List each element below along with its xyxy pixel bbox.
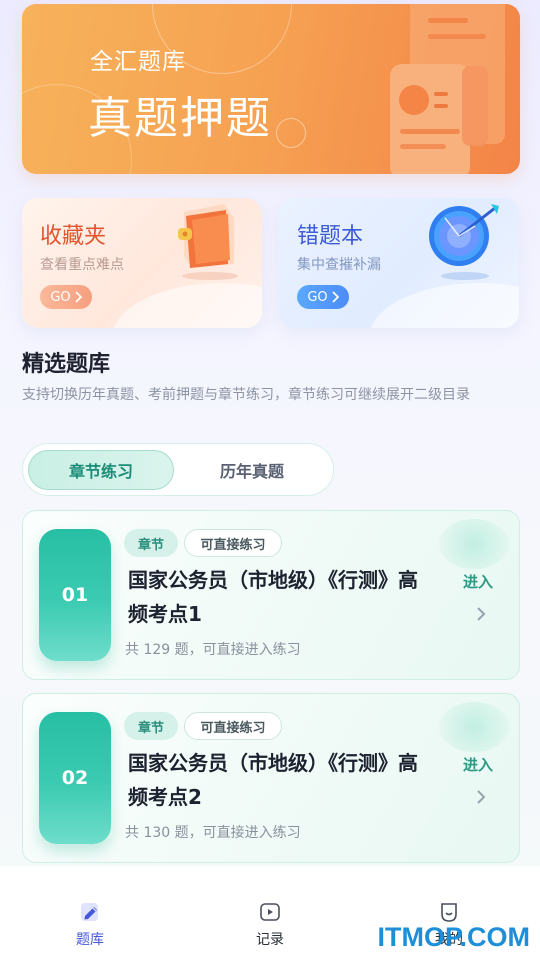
wrong-book-desc: 集中查摧补漏 (297, 257, 381, 273)
practice-tag: 可直接练习 (184, 712, 282, 740)
chapter-number-badge: 02 (39, 712, 111, 844)
enter-link[interactable]: 进入 (463, 571, 493, 592)
bank-tabs: 章节练习 历年真题 (22, 443, 334, 496)
chapter-number-badge: 01 (39, 529, 111, 661)
banner-subtitle: 全汇题库 (90, 49, 186, 75)
chevron-right-icon (332, 291, 339, 303)
chapter-card[interactable]: 02 章节 可直接练习 国家公务员（市地级）《行测》高频考点2 共 130 题，… (22, 693, 520, 863)
favorites-title: 收藏夹 (40, 224, 107, 249)
favorites-card[interactable]: 收藏夹 查看重点难点 GO (22, 198, 262, 328)
chapter-card[interactable]: 01 章节 可直接练习 国家公务员（市地级）《行测》高频考点1 共 129 题，… (22, 510, 520, 680)
card-decor-wave (369, 283, 519, 328)
nav-label: 记录 (256, 932, 284, 948)
banner-title: 真题押题 (88, 93, 272, 144)
chevron-right-icon[interactable] (475, 605, 487, 623)
chapter-title: 国家公务员（市地级）《行测》高频考点1 (128, 568, 418, 626)
chevron-right-icon[interactable] (475, 788, 487, 806)
practice-tag: 可直接练习 (184, 529, 282, 557)
chapter-meta: 共 130 题，可直接进入练习 (125, 825, 301, 841)
red-book-icon (178, 204, 238, 280)
chapter-tag: 章节 (124, 712, 178, 740)
section-description: 支持切换历年真题、考前押题与章节练习，章节练习可继续展开二级目录 (22, 387, 470, 403)
document-illustration-icon (390, 4, 505, 174)
chevron-right-icon (75, 291, 82, 303)
section-title: 精选题库 (22, 352, 111, 377)
chapter-title: 国家公务员（市地级）《行测》高频考点2 (128, 751, 418, 809)
chapter-tag: 章节 (124, 529, 178, 557)
wrong-book-card[interactable]: 错题本 集中查摧补漏 GO (279, 198, 519, 328)
banner-decor-ring (276, 118, 306, 148)
hero-banner[interactable]: 全汇题库 真题押题 (22, 4, 520, 174)
tab-past-exams[interactable]: 历年真题 (174, 450, 330, 490)
target-dart-icon (429, 204, 499, 280)
favorites-go-button[interactable]: GO (40, 285, 92, 309)
enter-link[interactable]: 进入 (463, 754, 493, 775)
card-decor-glow (439, 519, 509, 569)
wrong-book-title: 错题本 (297, 224, 364, 249)
go-label: GO (307, 289, 328, 305)
card-decor-wave (112, 283, 262, 328)
play-record-icon (260, 903, 280, 921)
watermark-logo: ITMOP.COM (377, 922, 530, 952)
go-label: GO (50, 289, 71, 305)
profile-face-icon (441, 903, 457, 922)
nav-label: 题库 (76, 932, 104, 948)
nav-item-records[interactable]: 记录 (230, 900, 310, 949)
nav-item-question-bank[interactable]: 题库 (50, 900, 130, 949)
pen-edit-icon (81, 903, 98, 921)
wrong-book-go-button[interactable]: GO (297, 285, 349, 309)
chapter-meta: 共 129 题，可直接进入练习 (125, 642, 301, 658)
tab-chapter-practice[interactable]: 章节练习 (28, 449, 174, 490)
card-decor-glow (439, 702, 509, 752)
favorites-desc: 查看重点难点 (40, 257, 124, 273)
